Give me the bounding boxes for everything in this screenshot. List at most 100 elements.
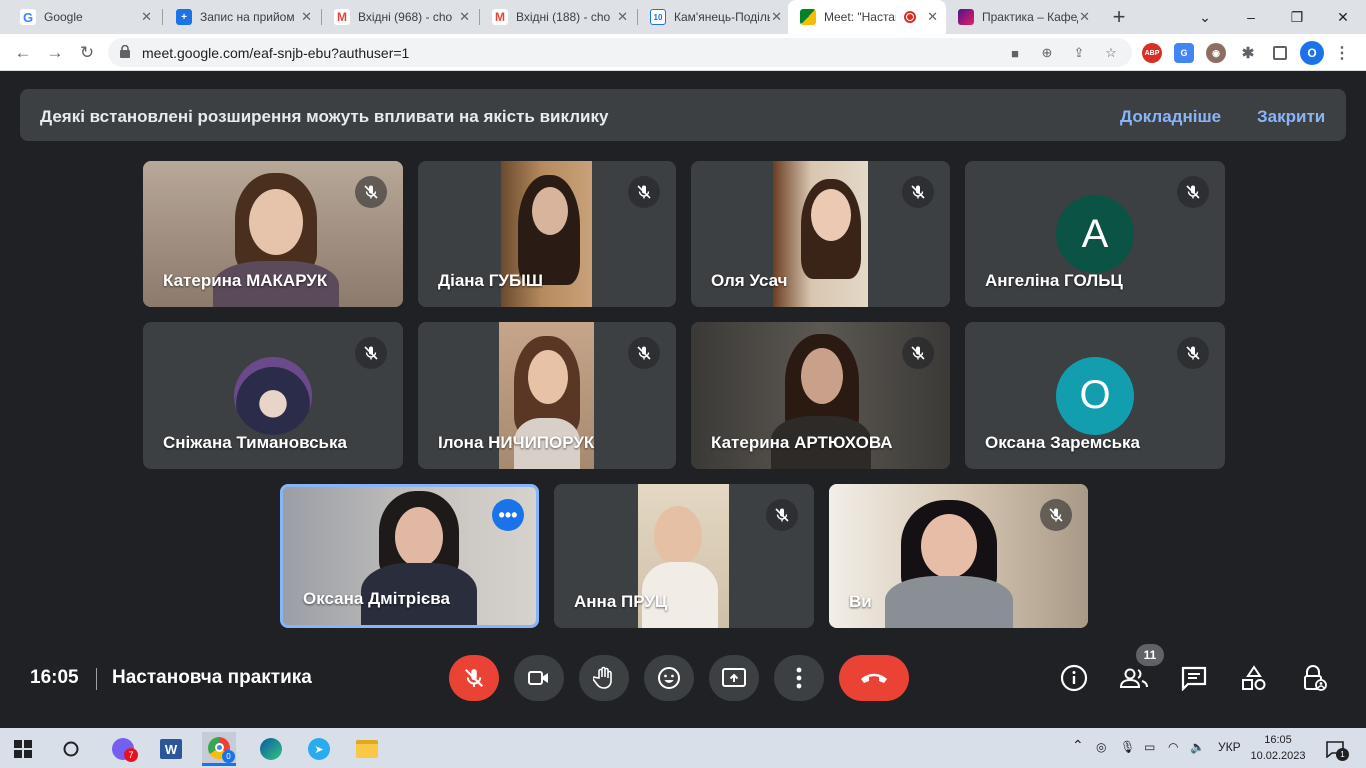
gmail-icon: M — [492, 9, 508, 25]
emoji-icon — [658, 667, 680, 689]
participant-tile-self[interactable]: Ви — [829, 484, 1088, 628]
participant-name: Ангеліна ГОЛЬЦ — [985, 271, 1123, 290]
participant-tile[interactable]: A Ангеліна ГОЛЬЦ — [965, 161, 1225, 307]
tab-strip: G Google ✕ + Запис на прийом ✕ M Вхідні … — [0, 0, 1366, 34]
tab-appointment[interactable]: + Запис на прийом ✕ — [164, 0, 320, 34]
lock-icon — [120, 45, 130, 58]
tab-title: Meet: "Настановча — [824, 10, 896, 24]
participant-tile[interactable]: Катерина АРТЮХОВА — [691, 322, 950, 469]
microphone-tray-icon[interactable]: 🎙 — [1120, 740, 1135, 754]
participant-tile[interactable]: Анна ПРУЦ — [554, 484, 814, 628]
reload-icon[interactable]: ↻ — [74, 40, 100, 66]
webcam-tray-icon[interactable]: ◎ — [1096, 740, 1106, 754]
tab-title: Практика – Кафедра — [982, 10, 1078, 24]
close-tab-icon[interactable]: ✕ — [141, 9, 152, 25]
more-vert-icon — [796, 667, 802, 689]
close-tab-icon[interactable]: ✕ — [301, 9, 312, 25]
participant-tile[interactable]: Сніжана Тимановська — [143, 322, 403, 469]
reactions-button[interactable] — [644, 655, 694, 701]
adblock-icon[interactable]: ABP — [1142, 43, 1162, 63]
bookmark-star-icon[interactable]: ☆ — [1102, 44, 1120, 62]
participant-tile[interactable]: Катерина МАКАРУК — [143, 161, 403, 307]
participant-tile[interactable]: Ілона НИЧИПОРУК — [418, 322, 676, 469]
close-banner-button[interactable]: Закрити — [1257, 107, 1325, 127]
viber-icon[interactable]: 7 — [110, 736, 138, 762]
forward-icon[interactable]: → — [42, 40, 68, 66]
participant-tile[interactable]: O Оксана Заремська — [965, 322, 1225, 469]
battery-icon[interactable]: ▭ — [1144, 740, 1155, 754]
mic-off-icon — [355, 176, 387, 208]
search-icon[interactable] — [58, 736, 84, 762]
participant-tile-speaking[interactable]: Оксана Дмітрієва ••• — [280, 484, 539, 628]
new-tab-icon[interactable]: + — [1106, 4, 1132, 30]
participant-tile[interactable]: Діана ГУБІШ — [418, 161, 676, 307]
chat-button[interactable] — [1177, 661, 1211, 695]
tab-meet[interactable]: Meet: "Настановча ✕ — [788, 0, 946, 34]
side-panel-icon[interactable] — [1273, 46, 1287, 60]
meet-control-bar: 16:05 Настановча практика 11 — [0, 640, 1366, 728]
meeting-details-button[interactable] — [1057, 661, 1091, 695]
owl-extension-icon[interactable]: ◉ — [1206, 43, 1226, 63]
activities-button[interactable] — [1237, 661, 1271, 695]
minimize-icon[interactable]: – — [1228, 0, 1274, 34]
extensions-puzzle-icon[interactable]: ✱ — [1238, 43, 1258, 63]
windows-start-icon[interactable] — [10, 736, 36, 762]
chrome-icon[interactable]: 0 — [202, 732, 236, 766]
tray-expand-icon[interactable]: ⌃ — [1072, 737, 1084, 754]
mic-off-icon — [1177, 337, 1209, 369]
close-tab-icon[interactable]: ✕ — [927, 9, 938, 25]
language-indicator[interactable]: УКР — [1218, 740, 1241, 754]
tab-gmail-2[interactable]: M Вхідні (188) - cho ✕ — [480, 0, 636, 34]
participant-name: Оксана Заремська — [985, 433, 1141, 452]
wifi-icon[interactable]: ◠ — [1168, 740, 1178, 754]
more-options-button[interactable] — [774, 655, 824, 701]
present-screen-icon — [722, 668, 746, 687]
raise-hand-icon — [593, 666, 612, 689]
notifications-icon[interactable]: 1 — [1322, 736, 1349, 762]
raise-hand-button[interactable] — [579, 655, 629, 701]
translate-icon[interactable]: G — [1174, 43, 1194, 63]
tab-google[interactable]: G Google ✕ — [8, 0, 160, 34]
close-tab-icon[interactable]: ✕ — [771, 9, 782, 25]
tab-search-icon[interactable]: ⌄ — [1182, 0, 1228, 34]
edge-icon[interactable] — [258, 736, 284, 762]
more-options-icon[interactable]: ••• — [492, 499, 524, 531]
mic-off-icon — [766, 499, 798, 531]
tab-practice[interactable]: Практика – Кафедра ✕ — [946, 0, 1098, 34]
restore-icon[interactable]: ❐ — [1274, 0, 1320, 34]
close-window-icon[interactable]: ✕ — [1320, 0, 1366, 34]
tab-calendar[interactable]: 10 Кам'янець-Подільськ ✕ — [638, 0, 790, 34]
menu-dots-icon[interactable]: ⋮ — [1332, 43, 1352, 63]
mic-toggle-button[interactable] — [449, 655, 499, 701]
volume-icon[interactable]: 🔈 — [1190, 740, 1205, 754]
participant-tile[interactable]: Оля Усач — [691, 161, 950, 307]
people-button[interactable] — [1117, 661, 1151, 695]
viber-badge: 7 — [124, 748, 138, 762]
participant-name: Сніжана Тимановська — [163, 433, 347, 452]
back-icon[interactable]: ← — [10, 40, 36, 66]
end-call-icon — [861, 673, 887, 683]
present-screen-button[interactable] — [709, 655, 759, 701]
learn-more-link[interactable]: Докладніше — [1120, 107, 1221, 127]
share-icon[interactable]: ⇪ — [1070, 44, 1088, 62]
tab-gmail-1[interactable]: M Вхідні (968) - cho ✕ — [322, 0, 478, 34]
windows-taskbar: 7 W 0 ➤ ⌃ ◎ 🎙 ▭ ◠ 🔈 УКР 16:05 10.02.2023… — [0, 728, 1366, 768]
tab-title: Запис на прийом — [200, 10, 295, 24]
close-tab-icon[interactable]: ✕ — [459, 9, 470, 25]
taskbar-clock[interactable]: 16:05 10.02.2023 — [1250, 732, 1306, 764]
leave-call-button[interactable] — [839, 655, 909, 701]
tab-title: Вхідні (188) - cho — [516, 10, 611, 24]
address-bar[interactable]: meet.google.com/eaf-snjb-ebu?authuser=1 … — [108, 38, 1132, 67]
close-tab-icon[interactable]: ✕ — [1079, 9, 1090, 25]
camera-toggle-button[interactable] — [514, 655, 564, 701]
file-explorer-icon[interactable] — [354, 736, 380, 762]
profile-avatar[interactable]: O — [1300, 41, 1324, 65]
host-controls-button[interactable] — [1297, 661, 1331, 695]
close-tab-icon[interactable]: ✕ — [617, 9, 628, 25]
word-icon[interactable]: W — [158, 736, 184, 762]
zoom-icon[interactable]: ⊕ — [1038, 44, 1056, 62]
shapes-icon — [1242, 665, 1266, 690]
video-camera-icon — [528, 671, 548, 685]
camera-icon[interactable]: ■ — [1006, 44, 1024, 62]
telegram-icon[interactable]: ➤ — [306, 736, 332, 762]
